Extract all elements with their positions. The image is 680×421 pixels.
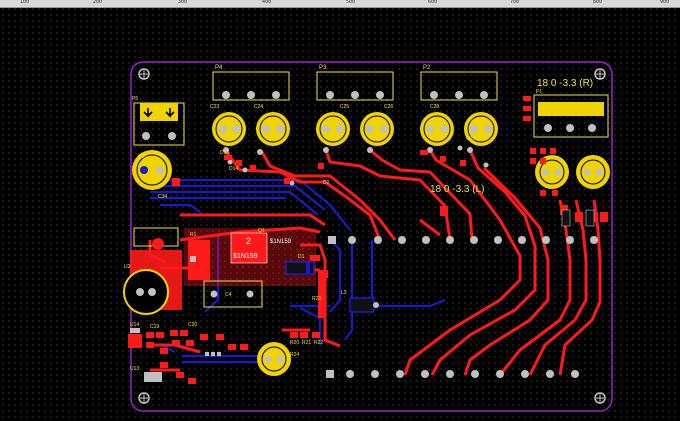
selected-component[interactable]: 2 $1N159 <box>230 232 268 264</box>
ic-pads[interactable] <box>205 352 221 356</box>
cap-label: C28 <box>430 104 439 110</box>
cap-label: C26 <box>384 104 393 110</box>
header-pads[interactable] <box>328 236 598 244</box>
component-label: R20 <box>290 340 299 346</box>
connector-p2[interactable]: P2 <box>420 65 498 101</box>
diode-label: D2 <box>323 180 330 186</box>
ic-u13[interactable]: U13 <box>130 366 162 382</box>
component-label: R1 <box>190 232 197 238</box>
connector-label: P2 <box>423 65 431 71</box>
electrolytic-capacitor[interactable] <box>212 112 246 146</box>
electrolytic-capacitor[interactable] <box>576 155 610 189</box>
connector-p1[interactable]: P1 <box>533 89 609 138</box>
connector-label: P4 <box>215 65 223 71</box>
header-pads[interactable] <box>326 370 579 378</box>
rail-label-left: 18 0 -3.3 (L) <box>430 184 484 195</box>
electrolytic-capacitor[interactable] <box>256 112 290 146</box>
electrolytic-capacitor[interactable] <box>316 112 350 146</box>
connector-label: P5 <box>132 96 138 102</box>
cap-label: C20 <box>188 322 197 328</box>
component-label: R21 <box>302 340 311 346</box>
connector-p3[interactable]: P3 <box>316 65 394 101</box>
part-tag: $1N159 <box>270 239 292 245</box>
selection-part: $1N159 <box>233 253 258 260</box>
regulator-u3[interactable]: U3 <box>123 250 182 315</box>
cap-label: C34 <box>158 194 167 200</box>
pcb-canvas[interactable]: 100 200 300 400 500 600 700 800 900 P4 P… <box>0 0 680 421</box>
diode-label: D1 <box>298 254 305 260</box>
mounting-hole[interactable] <box>594 392 606 404</box>
mounting-hole[interactable] <box>138 68 150 80</box>
cap-label: C31 <box>138 154 147 160</box>
diode-label: D14 <box>229 166 238 172</box>
cap-label: C27 <box>466 136 475 142</box>
connector-label: P3 <box>319 65 327 71</box>
pcb-board[interactable]: P4 P3 P2 C23 C24 C25 C26 C27 C28 P5 C31 … <box>0 0 680 421</box>
component-label: R23 <box>312 296 321 302</box>
electrolytic-capacitor[interactable] <box>420 112 454 146</box>
cap-label: C23 <box>210 104 219 110</box>
connector-label: P1 <box>536 89 542 95</box>
component-l3-block[interactable]: L3 <box>341 290 375 313</box>
connector-p4[interactable]: P4 <box>212 65 290 101</box>
diode-label: D13 <box>220 150 229 156</box>
component-label: R24 <box>290 352 299 358</box>
rail-label-right: 18 0 -3.3 (R) <box>537 78 593 89</box>
component-label: L3 <box>341 290 347 296</box>
component-label: U13 <box>130 366 139 372</box>
cap-label: C24 <box>254 104 263 110</box>
electrolytic-capacitor[interactable] <box>360 112 394 146</box>
electrolytic-capacitor[interactable]: C31 <box>132 150 172 190</box>
electrolytic-capacitor[interactable] <box>257 342 291 376</box>
cap-label: C4 <box>225 292 232 298</box>
ic-u14[interactable]: U14 <box>128 322 142 348</box>
selection-number: 2 <box>246 236 251 246</box>
mounting-hole[interactable] <box>594 68 606 80</box>
component-label: U3 <box>124 264 131 270</box>
mounting-hole[interactable] <box>138 392 150 404</box>
cap-label: C19 <box>150 324 159 330</box>
connector-p5[interactable]: P5 <box>132 96 185 146</box>
component-label: R22 <box>314 340 323 346</box>
cap-label: C25 <box>340 104 349 110</box>
component-label: U14 <box>130 322 139 328</box>
